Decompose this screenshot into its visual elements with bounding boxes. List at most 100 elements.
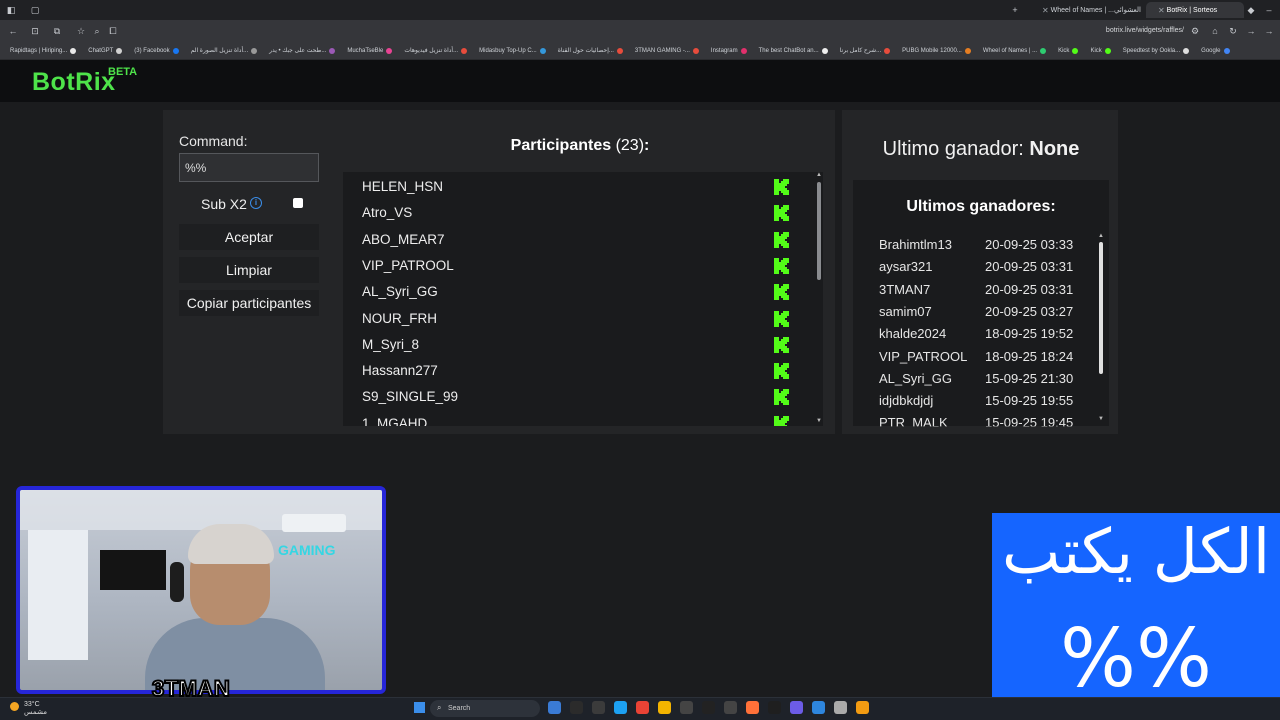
bookmark-favicon-icon <box>692 47 699 54</box>
bookmark-item[interactable]: (3) Facebook <box>134 47 179 54</box>
home-icon[interactable]: ⌂ <box>1208 24 1222 38</box>
bookmark-item[interactable]: PUBG Mobile 12000... <box>902 47 971 54</box>
taskbar-app-icon[interactable] <box>812 701 825 714</box>
scroll-down-icon[interactable]: ▼ <box>815 418 823 424</box>
star-icon[interactable]: ☆ <box>74 24 88 38</box>
taskbar-app-icon[interactable] <box>636 701 649 714</box>
participant-name: Atro_VS <box>362 205 413 221</box>
arrow-right-icon[interactable]: → <box>1262 24 1276 38</box>
bookmark-item[interactable]: أداة تنزيل فيديوهات... <box>404 47 468 54</box>
bookmark-item[interactable]: ChatGPT <box>88 47 123 54</box>
taskbar-app-icon[interactable] <box>768 701 781 714</box>
taskbar-search[interactable]: Search <box>430 700 540 717</box>
participant-row[interactable]: Hassann277 <box>343 358 815 384</box>
botrix-logo[interactable]: BotRix <box>32 68 116 97</box>
bookmark-item[interactable]: شرح كامل برنا... <box>840 47 891 54</box>
bookmark-item[interactable]: Kick <box>1090 47 1111 54</box>
sub-x2-checkbox[interactable] <box>293 198 303 208</box>
taskbar-app-icon[interactable] <box>856 701 869 714</box>
tab-menu-icon[interactable]: ◧ <box>4 3 18 17</box>
taskbar-app-icon[interactable] <box>592 701 605 714</box>
participant-row[interactable]: NOUR_FRH <box>343 306 815 332</box>
accept-button[interactable]: Aceptar <box>179 224 319 250</box>
taskbar-app-icon[interactable] <box>746 701 759 714</box>
taskbar-app-icon[interactable] <box>658 701 671 714</box>
bookmark-item[interactable]: Midasbuy Top-Up C... <box>479 47 546 54</box>
taskbar-app-icon[interactable] <box>570 701 583 714</box>
windows-start-icon[interactable] <box>414 702 425 713</box>
beta-badge: BETA <box>108 66 138 78</box>
bookmark-item[interactable]: 3TMAN GAMING -... <box>635 47 699 54</box>
bookmark-item[interactable]: إحصائيات حول القناة... <box>558 47 623 54</box>
extensions-icon[interactable]: ⊡ <box>28 24 42 38</box>
taskbar-app-icon[interactable] <box>614 701 627 714</box>
forward-icon[interactable]: → <box>1244 24 1258 38</box>
participant-name: HELEN_HSN <box>362 179 444 194</box>
kick-icon <box>774 284 789 301</box>
winner-row: khalde2024 18-09-25 19:52 <box>879 326 1084 348</box>
taskbar-app-icon[interactable] <box>834 701 847 714</box>
new-tab-icon[interactable]: + <box>1008 3 1022 17</box>
participant-row[interactable]: HELEN_HSN <box>343 174 815 200</box>
bookmark-item[interactable]: طحت على جبك • يدر... <box>269 47 336 54</box>
tab-botrix[interactable]: ✕ BotRix | Sorteos <box>1146 2 1244 18</box>
participant-row[interactable]: VIP_PATROOL <box>343 253 815 279</box>
minimize-icon[interactable]: – <box>1262 3 1276 17</box>
scroll-up-icon[interactable]: ▲ <box>815 172 823 178</box>
bookmark-favicon-icon <box>70 47 77 54</box>
participant-row[interactable]: ABO_MEAR7 <box>343 227 815 253</box>
participant-name: M_Syri_8 <box>362 336 420 352</box>
bookmark-item[interactable]: Instagram <box>711 47 747 54</box>
winner-name: idjdbkdjdj <box>879 393 934 409</box>
participants-list[interactable]: HELEN_HSN Atro_VS ABO_MEAR7 VIP_PATROOL AL_S… <box>343 172 815 426</box>
participant-row[interactable]: 1_MGAHD <box>343 411 815 426</box>
cast-icon[interactable]: ⧠ <box>106 24 120 38</box>
info-icon[interactable]: i <box>250 197 262 209</box>
command-input[interactable] <box>179 153 319 182</box>
taskbar-app-icon[interactable] <box>548 701 561 714</box>
bookmark-item[interactable]: Wheel of Names | ... <box>983 47 1047 54</box>
winner-date: 20-09-25 03:31 <box>985 259 1074 275</box>
bookmark-item[interactable]: MuchaTseBle <box>347 47 393 54</box>
site-settings-icon[interactable]: ⚙ <box>1188 24 1202 38</box>
overlay-text-line1: الكل يكتب <box>1001 515 1271 588</box>
participant-row[interactable]: Atro_VS <box>343 200 815 226</box>
bookmark-item[interactable]: أداة تنزيل الصورة الم... <box>191 47 258 54</box>
winner-name: AL_Syri_GG <box>879 370 952 386</box>
bookmarks-bar: Rapidtags | Hiriping... ChatGPT (3) Facebo… <box>0 42 1280 60</box>
zoom-icon[interactable]: ⌕ <box>90 24 104 38</box>
close-icon[interactable]: ✕ <box>1042 6 1049 15</box>
weather-sun-icon[interactable] <box>10 702 19 711</box>
participant-row[interactable]: S9_SINGLE_99 <box>343 384 815 410</box>
bookmark-item[interactable]: Google <box>1201 47 1230 54</box>
taskbar-app-icon[interactable] <box>680 701 693 714</box>
taskbar-app-icon[interactable] <box>724 701 737 714</box>
bookmark-item[interactable]: Speedtest by Ookla... <box>1123 47 1190 54</box>
close-icon[interactable]: ✕ <box>1158 6 1165 15</box>
scroll-up-icon[interactable]: ▲ <box>1097 233 1105 239</box>
window-icon[interactable]: ▢ <box>28 3 42 17</box>
winner-row: idjdbkdjdj 15-09-25 19:55 <box>879 393 1084 415</box>
bookmark-item[interactable]: The best ChatBot an... <box>759 47 828 54</box>
url-bar[interactable]: botrix.live/widgets/raffles/ <box>1030 23 1190 39</box>
bookmark-item[interactable]: Rapidtags | Hiriping... <box>10 47 77 54</box>
participant-row[interactable]: AL_Syri_GG <box>343 279 815 305</box>
taskbar-app-icon[interactable] <box>702 701 715 714</box>
winners-scroll-thumb[interactable] <box>1099 242 1103 374</box>
taskbar-app-icon[interactable] <box>790 701 803 714</box>
back-icon[interactable]: ← <box>6 24 20 38</box>
weather-widget[interactable]: 33°C مشمس <box>24 701 47 717</box>
participants-scroll-thumb[interactable] <box>817 182 821 280</box>
participant-row[interactable]: M_Syri_8 <box>343 332 815 358</box>
clear-button[interactable]: Limpiar <box>179 257 319 283</box>
reload-icon[interactable]: ↻ <box>1226 24 1240 38</box>
tab-wheel-of-names[interactable]: ✕ Wheel of Names | ...اسم العشوائي <box>1030 2 1142 18</box>
webcam-ac-unit <box>282 514 346 532</box>
bookmark-favicon-icon <box>251 47 258 54</box>
puzzle-icon[interactable]: ⧉ <box>50 24 64 38</box>
scroll-down-icon[interactable]: ▼ <box>1097 416 1105 422</box>
bookmark-item[interactable]: Kick <box>1058 47 1079 54</box>
bookmark-favicon-icon <box>172 47 179 54</box>
diamond-icon[interactable]: ◆ <box>1244 3 1258 17</box>
copy-participants-button[interactable]: Copiar participantes <box>179 290 319 316</box>
